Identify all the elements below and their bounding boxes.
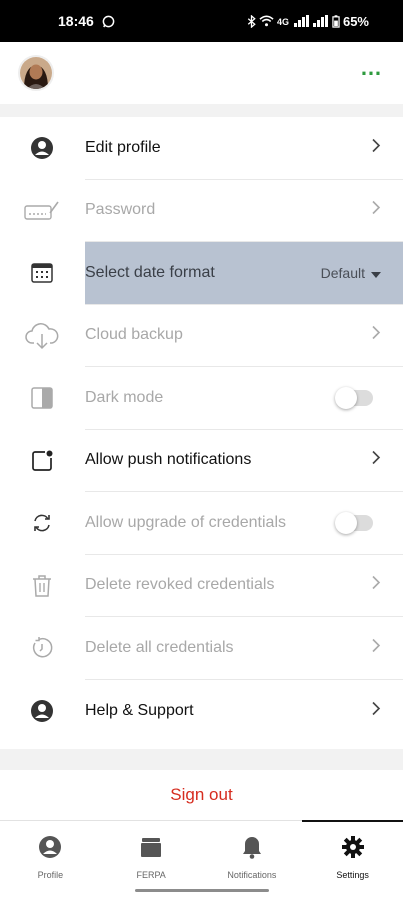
contrast-icon <box>24 380 60 416</box>
sign-out-button[interactable]: Sign out <box>0 770 403 820</box>
chevron-right-icon <box>371 450 381 471</box>
settings-item-label: Allow upgrade of credentials <box>85 513 287 531</box>
battery-percent: 65% <box>342 13 369 29</box>
dark-mode-toggle[interactable] <box>335 386 373 409</box>
signal-icon <box>293 15 310 27</box>
caret-down-icon <box>371 265 381 281</box>
status-time: 18:46 <box>58 13 94 29</box>
date-format-select[interactable]: Default <box>321 265 381 281</box>
chevron-right-icon <box>371 637 381 658</box>
settings-item-upgrade-credentials[interactable]: Allow upgrade of credentials <box>0 492 403 555</box>
chevron-right-icon <box>371 700 381 721</box>
tab-label: FERPA <box>136 870 166 880</box>
keyboard-pen-icon <box>24 193 60 229</box>
chevron-right-icon <box>371 200 381 221</box>
settings-item-label: Select date format <box>85 263 215 281</box>
wifi-icon <box>259 15 274 27</box>
whatsapp-icon <box>102 15 115 28</box>
tab-label: Settings <box>336 870 369 880</box>
settings-item-label: Password <box>85 201 156 219</box>
toggle-knob <box>335 386 357 409</box>
settings-item-date-format[interactable]: Select date format Default <box>0 242 403 305</box>
avatar[interactable] <box>18 55 54 91</box>
settings-item-delete-all[interactable]: Delete all credentials <box>0 617 403 680</box>
settings-list: Edit profile Password Select date format… <box>0 117 403 749</box>
person-icon <box>38 835 62 864</box>
folder-icon <box>139 835 163 864</box>
settings-item-cloud-backup[interactable]: Cloud backup <box>0 305 403 367</box>
home-indicator[interactable] <box>135 889 269 892</box>
cloud-download-icon <box>24 318 60 354</box>
settings-item-label: Allow push notifications <box>85 451 252 469</box>
volte-icon: 4G <box>277 15 291 27</box>
chevron-right-icon <box>371 137 381 158</box>
status-bar: 18:46 4G 65% <box>0 0 403 42</box>
settings-item-help-support[interactable]: Help & Support <box>0 680 403 743</box>
bluetooth-icon <box>247 14 256 28</box>
toggle-knob <box>335 511 357 534</box>
settings-item-edit-profile[interactable]: Edit profile <box>0 117 403 180</box>
notification-dot-icon <box>24 443 60 479</box>
settings-item-label: Cloud backup <box>85 326 183 344</box>
settings-item-label: Dark mode <box>85 388 164 406</box>
upgrade-credentials-toggle[interactable] <box>335 511 373 534</box>
settings-item-label: Help & Support <box>85 701 194 719</box>
reset-icon <box>24 630 60 666</box>
app-header: … <box>0 42 403 104</box>
settings-item-label: Delete revoked credentials <box>85 576 275 594</box>
chevron-right-icon <box>371 575 381 596</box>
settings-item-delete-revoked[interactable]: Delete revoked credentials <box>0 555 403 617</box>
settings-item-label: Delete all credentials <box>85 638 234 656</box>
settings-item-label: Edit profile <box>85 138 161 156</box>
sync-icon <box>24 505 60 541</box>
battery-icon <box>332 14 340 28</box>
gear-icon <box>341 835 365 864</box>
date-format-value: Default <box>320 264 365 281</box>
person-icon <box>24 130 60 166</box>
svg-text:4G: 4G <box>277 17 289 27</box>
person-icon <box>24 693 60 729</box>
settings-item-dark-mode[interactable]: Dark mode <box>0 367 403 430</box>
tab-label: Notifications <box>227 870 277 880</box>
bottom-tab-bar: Profile FERPA Notifications Settings <box>0 820 403 900</box>
settings-item-push-notifications[interactable]: Allow push notifications <box>0 430 403 492</box>
tab-settings[interactable]: Settings <box>302 820 403 900</box>
settings-item-password[interactable]: Password <box>0 180 403 242</box>
calendar-icon <box>24 255 60 291</box>
trash-icon <box>24 568 60 604</box>
tab-label: Profile <box>37 870 64 880</box>
tab-profile[interactable]: Profile <box>0 821 101 900</box>
signal-icon-2 <box>312 15 329 27</box>
chevron-right-icon <box>371 325 381 346</box>
more-options-icon[interactable]: … <box>360 57 383 83</box>
bell-icon <box>241 835 263 864</box>
